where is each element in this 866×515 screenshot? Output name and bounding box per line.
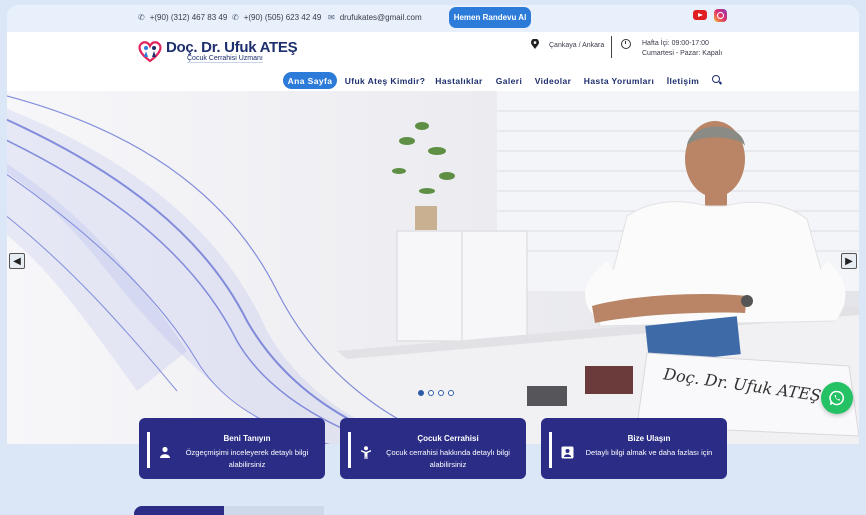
card-accent-bar: [348, 432, 351, 468]
card-text: Çocuk cerrahisi hakkında detaylı bilgi a…: [386, 448, 510, 469]
hero-slider: Doç. Dr. Ufuk ATEŞ ◀ ▶: [7, 91, 859, 444]
nav-item-home[interactable]: Ana Sayfa: [283, 72, 337, 89]
card-contact[interactable]: Bize Ulaşın Detaylı bilgi almak ve daha …: [541, 418, 727, 479]
phone-1-text: +(90) (312) 467 83 49: [149, 13, 228, 22]
card-title: Beni Tanıyın: [223, 434, 271, 443]
slider-dots: [418, 390, 454, 396]
main-nav: Ana Sayfa Ufuk Ateş Kimdir? Hastalıklar …: [7, 69, 859, 91]
phone-icon: ✆: [138, 13, 145, 22]
nav-item-contact[interactable]: İletişim: [665, 72, 701, 89]
arrow-left-icon: ◀: [13, 255, 21, 267]
card-accent-bar: [147, 432, 150, 468]
logo-subtitle: Çocuk Cerrahisi Uzmanı: [187, 55, 263, 63]
nav-item-gallery[interactable]: Galeri: [493, 72, 525, 89]
section-tab-strip: [134, 506, 324, 515]
slider-dot-2[interactable]: [428, 390, 434, 396]
logo-title[interactable]: Doç. Dr. Ufuk ATEŞ: [166, 39, 298, 56]
email-link[interactable]: ✉ drufukates@gmail.com: [328, 13, 422, 22]
slider-dot-4[interactable]: [448, 390, 454, 396]
logo-icon[interactable]: [137, 39, 163, 63]
search-icon[interactable]: [712, 75, 720, 83]
nav-item-reviews[interactable]: Hasta Yorumları: [581, 72, 657, 89]
hours-weekday: Hafta İçi: 09:00-17:00: [642, 40, 709, 47]
card-title: Çocuk Cerrahisi: [417, 434, 479, 443]
nav-item-about[interactable]: Ufuk Ateş Kimdir?: [345, 72, 425, 89]
arrow-right-icon: ▶: [845, 255, 853, 267]
child-icon: [359, 445, 373, 459]
slider-dot-3[interactable]: [438, 390, 444, 396]
page-frame: ✆ +(90) (312) 467 83 49 ✆ +(90) (505) 62…: [7, 5, 859, 515]
clock-icon: [621, 39, 631, 49]
card-accent-bar: [549, 432, 552, 468]
slider-dot-1[interactable]: [418, 390, 424, 396]
phone-1-link[interactable]: ✆ +(90) (312) 467 83 49: [138, 13, 227, 22]
hours-weekend: Cumartesi - Pazar: Kapalı: [642, 50, 723, 57]
location-pin-icon: [531, 39, 539, 49]
top-bar: ✆ +(90) (312) 467 83 49 ✆ +(90) (505) 62…: [7, 5, 859, 32]
envelope-icon: ✉: [328, 13, 335, 22]
youtube-icon[interactable]: [693, 10, 707, 20]
person-icon: [158, 445, 172, 459]
slider-next-button[interactable]: ▶: [841, 253, 857, 269]
email-text: drufukates@gmail.com: [339, 13, 422, 22]
card-pediatric-surgery[interactable]: Çocuk Cerrahisi Çocuk cerrahisi hakkında…: [340, 418, 526, 479]
phone-icon: ✆: [232, 13, 239, 22]
appointment-button[interactable]: Hemen Randevu Al: [449, 7, 531, 28]
header-divider: [611, 36, 612, 58]
nav-item-diseases[interactable]: Hastalıklar: [433, 72, 485, 89]
nav-item-videos[interactable]: Videolar: [533, 72, 573, 89]
whatsapp-icon: [829, 390, 845, 406]
instagram-icon[interactable]: [714, 9, 727, 22]
contact-card-icon: [560, 445, 574, 459]
card-text: Detaylı bilgi almak ve daha fazlası için: [585, 448, 713, 457]
whatsapp-button[interactable]: [821, 382, 853, 414]
phone-2-link[interactable]: ✆ +(90) (505) 623 42 49: [232, 13, 321, 22]
location-text: Çankaya / Ankara: [549, 42, 605, 49]
phone-2-text: +(90) (505) 623 42 49: [243, 13, 322, 22]
card-text: Özgeçmişimi inceleyerek detaylı bilgi al…: [185, 448, 309, 469]
card-title: Bize Ulaşın: [627, 434, 671, 443]
card-about[interactable]: Beni Tanıyın Özgeçmişimi inceleyerek det…: [139, 418, 325, 479]
header: Doç. Dr. Ufuk ATEŞ Çocuk Cerrahisi Uzman…: [7, 32, 859, 69]
slider-prev-button[interactable]: ◀: [9, 253, 25, 269]
